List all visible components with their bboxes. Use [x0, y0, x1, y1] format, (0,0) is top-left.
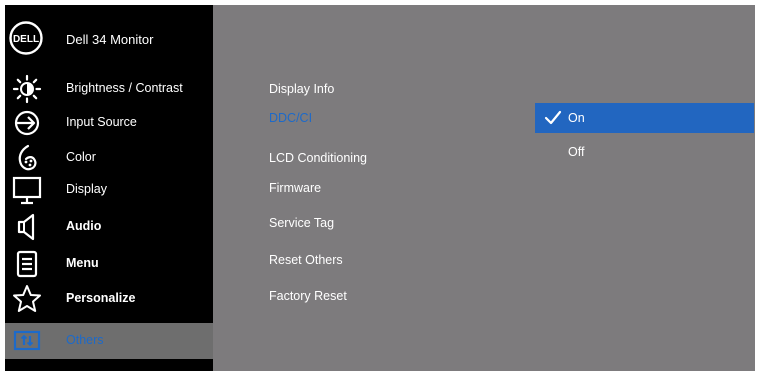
display-icon [11, 174, 43, 206]
sidebar-item-others[interactable]: Others [5, 323, 213, 359]
sidebar-item-label: Display [66, 182, 107, 196]
brightness-icon [11, 73, 43, 105]
dell-logo: DELL [9, 21, 43, 55]
sidebar-item-color[interactable]: Color [5, 140, 213, 176]
sidebar-item-label: Audio [66, 219, 102, 233]
osd-menu: DELL Dell 34 Monitor Brightness / Contra… [5, 5, 755, 371]
personalize-icon [11, 283, 43, 315]
sidebar-item-label: Others [66, 333, 104, 347]
menu-icon [11, 248, 43, 280]
submenu-item-display-info[interactable]: Display Info [269, 82, 334, 96]
sidebar-item-label: Personalize [66, 291, 136, 305]
checkmark-icon [543, 108, 563, 128]
sidebar-item-label: Menu [66, 256, 99, 270]
sidebar-item-personalize[interactable]: Personalize [5, 281, 213, 317]
others-icon [11, 325, 43, 357]
submenu-item-lcd-conditioning[interactable]: LCD Conditioning [269, 151, 367, 165]
option-off[interactable]: Off [568, 145, 584, 159]
option-on[interactable]: On [535, 103, 754, 133]
option-on-label: On [568, 111, 585, 125]
sidebar-item-brightness-contrast[interactable]: Brightness / Contrast [5, 71, 213, 107]
sidebar-item-audio[interactable]: Audio [5, 209, 213, 245]
submenu-item-ddc-ci[interactable]: DDC/CI [269, 111, 312, 125]
sidebar-item-label: Input Source [66, 115, 137, 129]
submenu-item-service-tag[interactable]: Service Tag [269, 216, 334, 230]
sidebar-item-display[interactable]: Display [5, 172, 213, 208]
submenu-item-firmware[interactable]: Firmware [269, 181, 321, 195]
submenu-item-reset-others[interactable]: Reset Others [269, 253, 343, 267]
sidebar-item-input-source[interactable]: Input Source [5, 105, 213, 141]
sidebar-item-menu[interactable]: Menu [5, 246, 213, 282]
monitor-name: Dell 34 Monitor [66, 32, 154, 47]
submenu-item-factory-reset[interactable]: Factory Reset [269, 289, 347, 303]
input-source-icon [11, 107, 43, 139]
sidebar: DELL Dell 34 Monitor Brightness / Contra… [5, 5, 213, 371]
audio-icon [11, 211, 43, 243]
sidebar-item-label: Color [66, 150, 96, 164]
color-icon [11, 142, 43, 174]
sidebar-item-label: Brightness / Contrast [66, 81, 183, 95]
dell-logo-text: DELL [13, 34, 39, 45]
